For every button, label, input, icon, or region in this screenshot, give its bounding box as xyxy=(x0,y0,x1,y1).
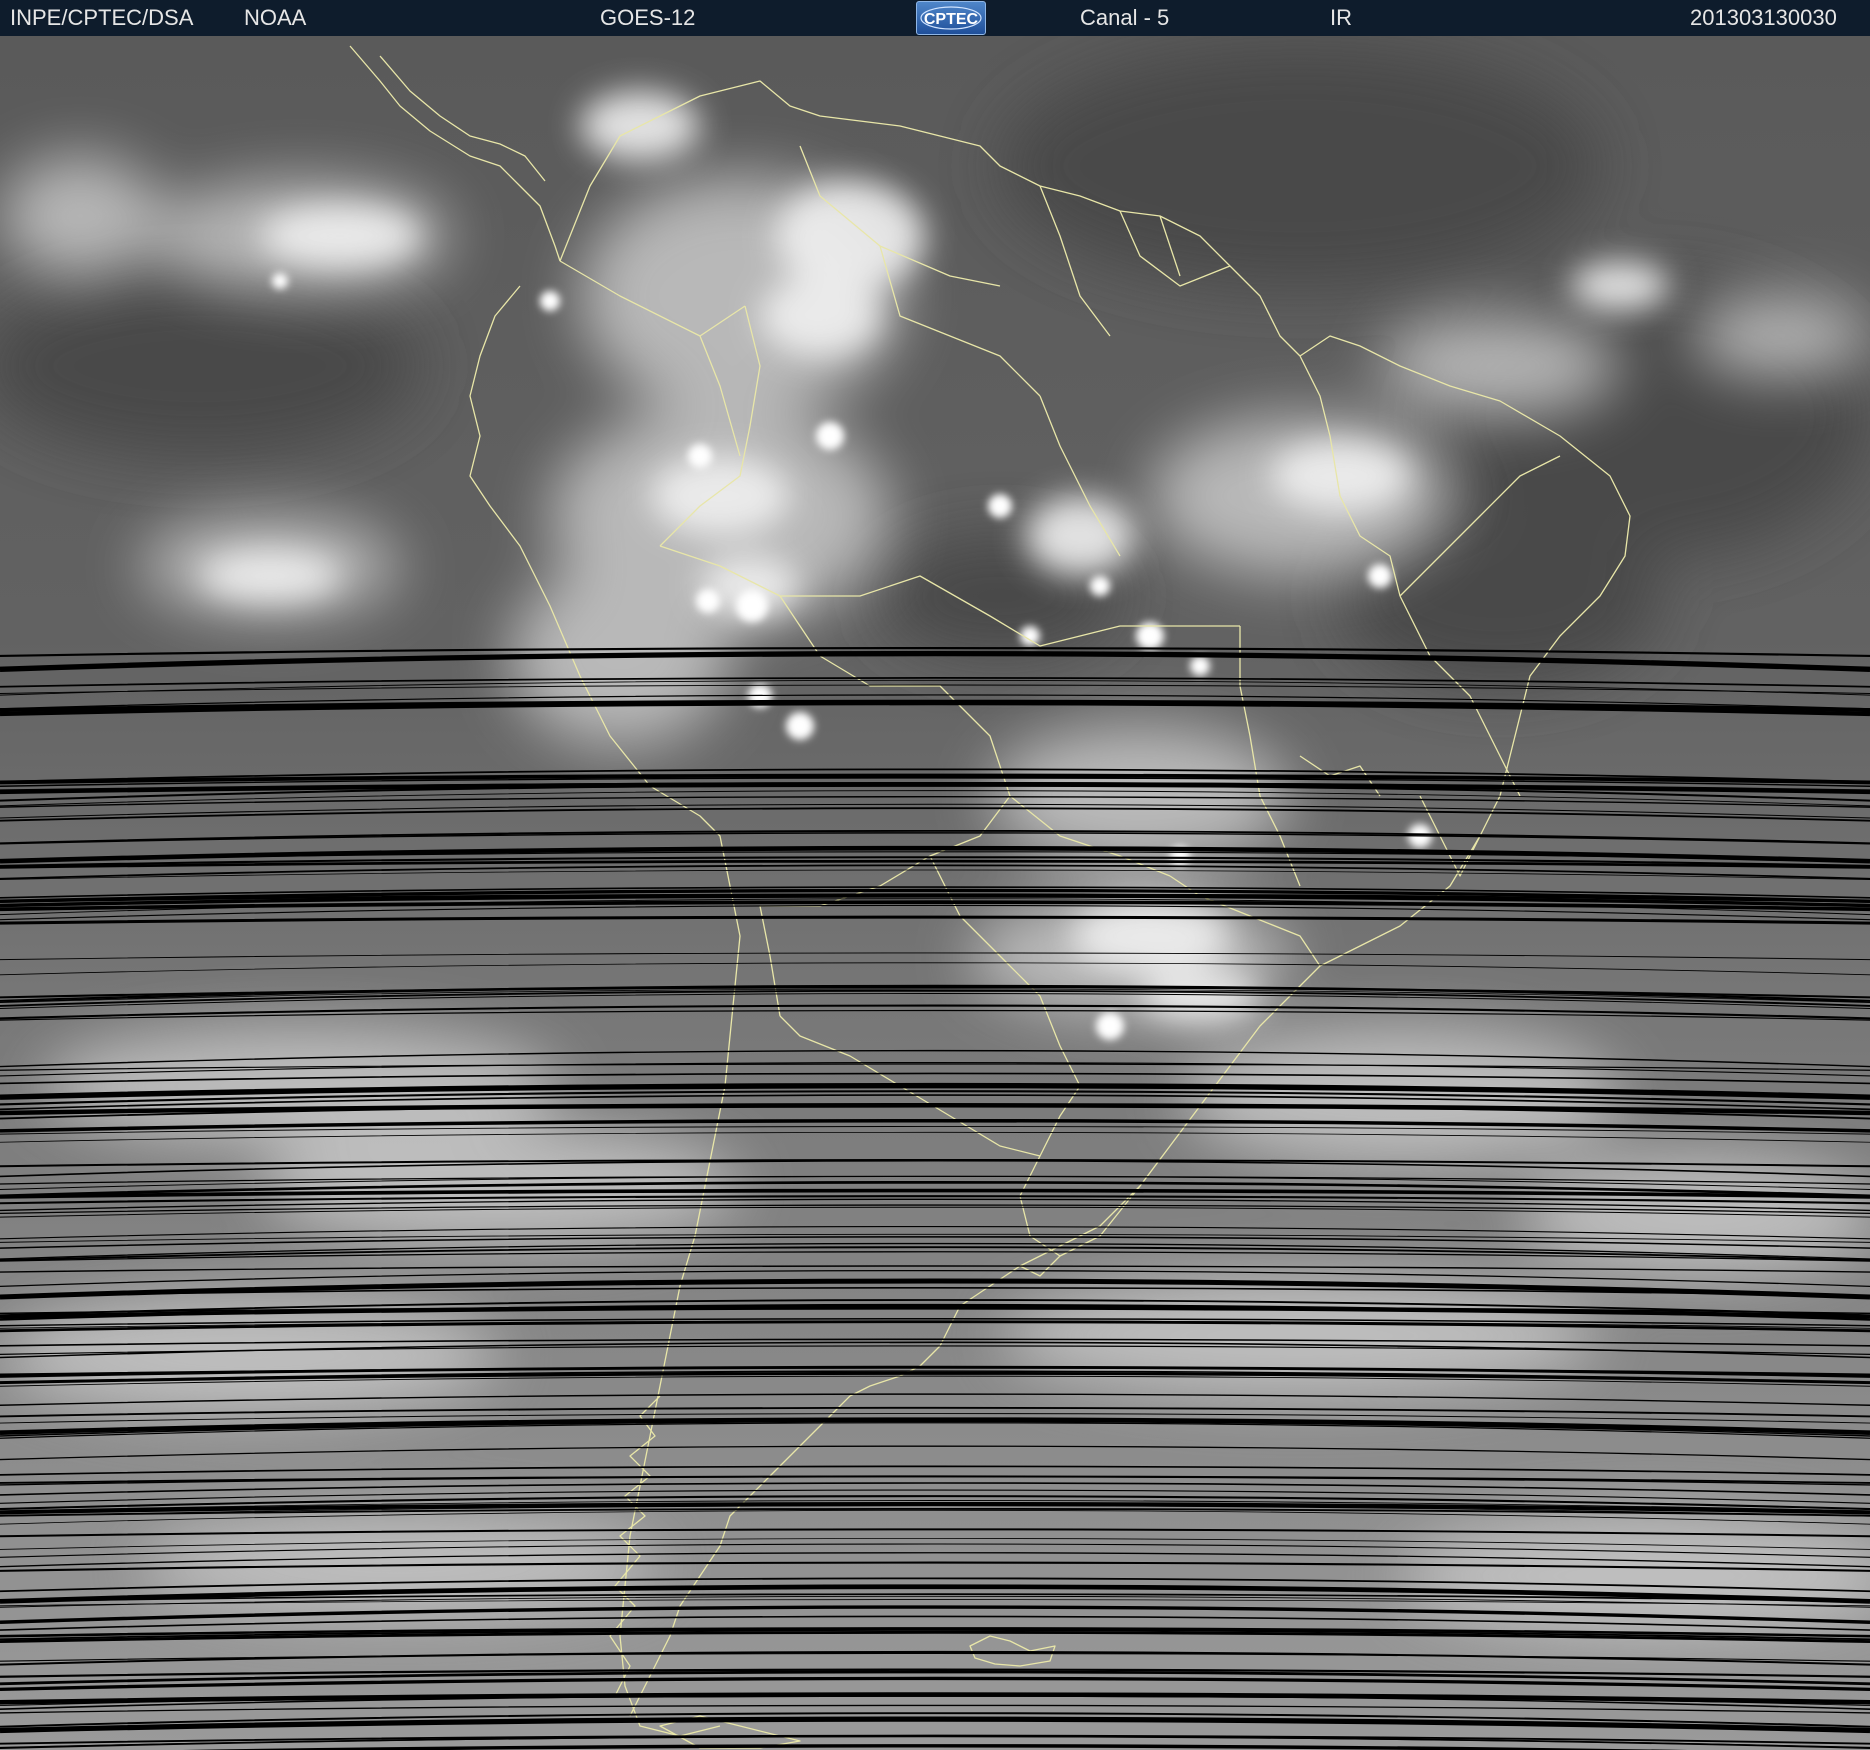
logo-text: CPTEC xyxy=(924,11,979,28)
timestamp-label: 201303130030 xyxy=(1690,5,1837,30)
image-header: INPE/CPTEC/DSA NOAA GOES-12 CPTEC Canal … xyxy=(0,0,1870,36)
cptec-logo-icon: CPTEC xyxy=(920,6,982,30)
satellite-image xyxy=(0,36,1870,1750)
channel-label: Canal - 5 xyxy=(1080,5,1170,30)
band-label: IR xyxy=(1330,5,1352,30)
agency-label: INPE/CPTEC/DSA xyxy=(10,5,194,30)
satellite-label: GOES-12 xyxy=(600,5,696,30)
source-label: NOAA xyxy=(244,5,307,30)
cptec-logo: CPTEC xyxy=(916,1,986,35)
